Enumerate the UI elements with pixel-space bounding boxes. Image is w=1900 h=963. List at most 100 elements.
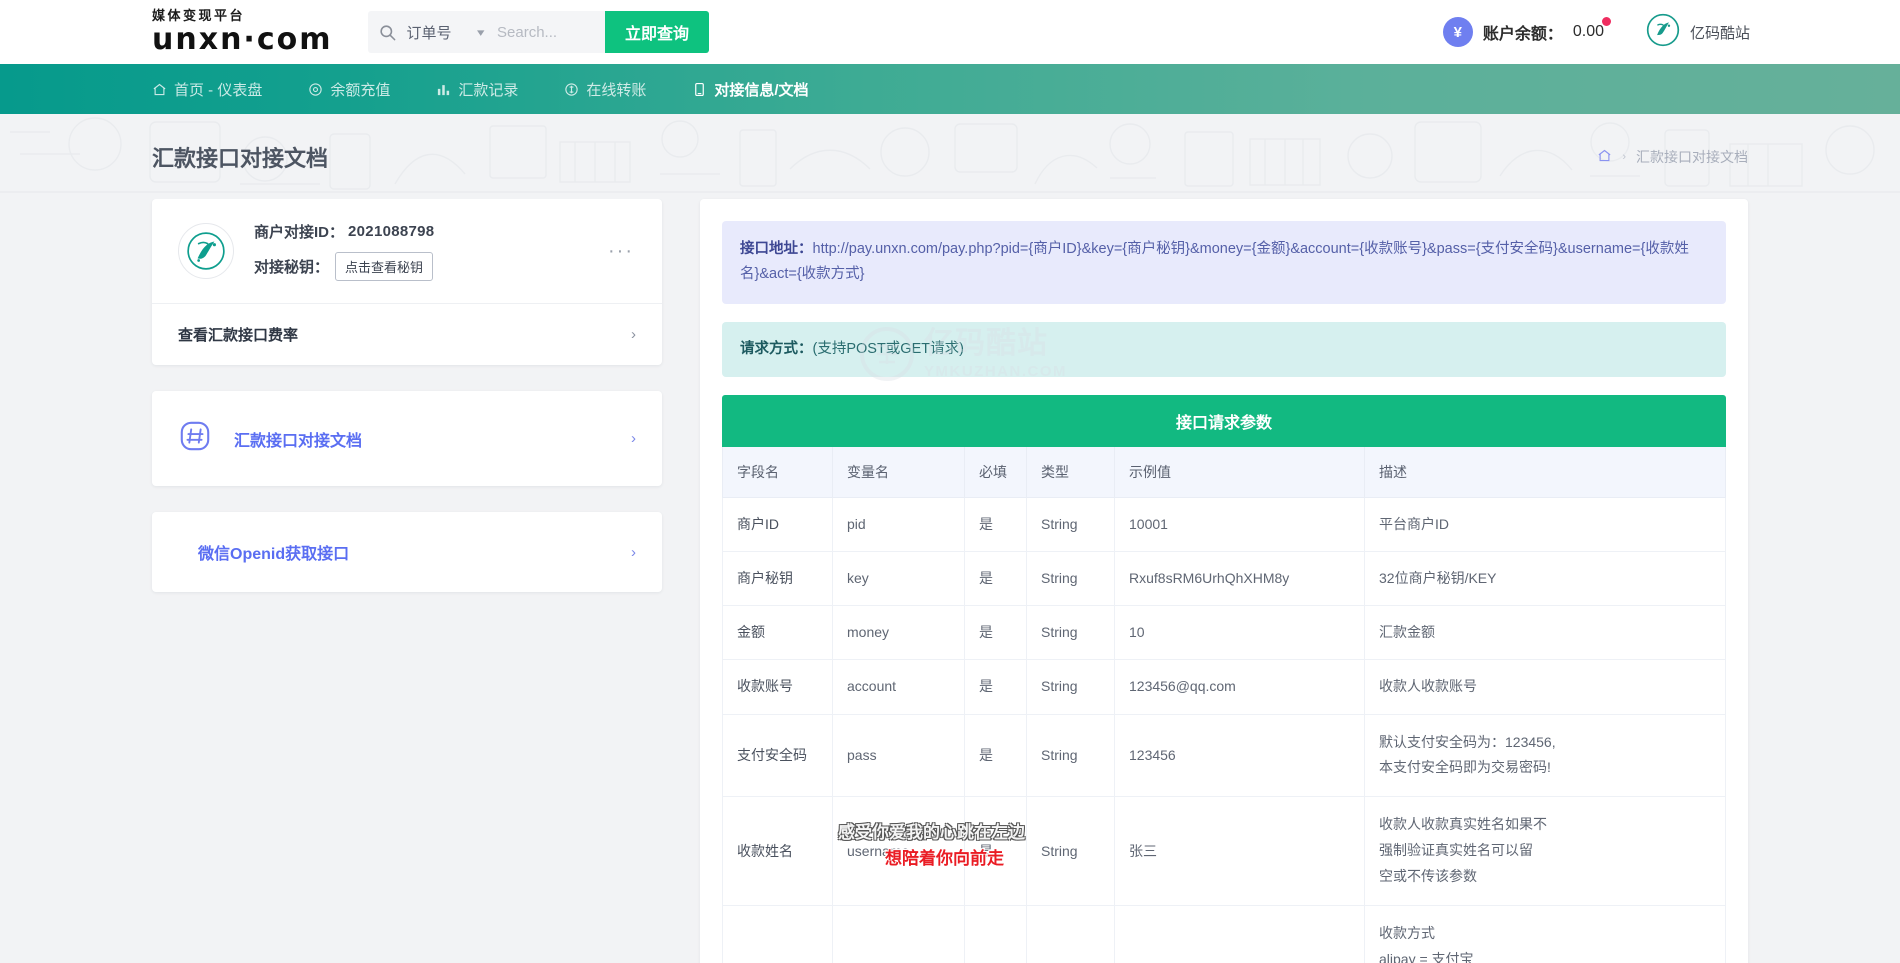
chevron-down-icon: ▾ bbox=[476, 26, 484, 39]
search-icon bbox=[368, 11, 406, 53]
document-icon bbox=[692, 82, 707, 97]
view-rate-label: 查看汇款接口费率 bbox=[178, 327, 299, 344]
merchant-id-value: 2021088798 bbox=[348, 223, 435, 240]
nav-item-recharge[interactable]: 余额充值 bbox=[308, 79, 390, 100]
th-description: 描述 bbox=[1364, 447, 1726, 499]
td-example: Rxuf8sRM6UrhQhXHM8y bbox=[1114, 551, 1365, 607]
td-example: alipay bbox=[1114, 904, 1365, 963]
transfer-icon bbox=[564, 82, 579, 97]
breadcrumb-separator: › bbox=[1622, 150, 1626, 163]
menu-card-wechat-openid-label: 微信Openid获取接口 bbox=[198, 546, 350, 563]
nav-item-records[interactable]: 汇款记录 bbox=[436, 79, 518, 100]
td-field-name: 金额 bbox=[722, 605, 833, 661]
th-required: 必填 bbox=[964, 447, 1027, 499]
td-description: 收款方式alipay = 支付宝qqpay = QQ钱包wxpay = 微信 bbox=[1364, 904, 1726, 963]
search-category-label: 订单号 bbox=[406, 24, 452, 42]
td-variable-name: key bbox=[832, 551, 965, 607]
header-right-group: ¥ 账户余额： 0.00 亿码酷站 bbox=[1442, 13, 1750, 52]
api-doc-panel: 亿码酷站 YMKUZHAN.COM 接口地址：http://pay.unxn.c… bbox=[700, 199, 1748, 963]
bar-chart-icon bbox=[436, 82, 451, 97]
table-row: 商户ID pid 是 String 10001 平台商户ID bbox=[722, 497, 1726, 553]
home-icon bbox=[152, 82, 167, 97]
left-column: 商户对接ID： 2021088798 对接秘钥： 点击查看秘钥 ··· 查看汇款… bbox=[152, 199, 662, 618]
merchant-logo bbox=[178, 223, 234, 279]
th-example: 示例值 bbox=[1114, 447, 1365, 499]
api-url-alert: 接口地址：http://pay.unxn.com/pay.php?pid={商户… bbox=[722, 221, 1726, 304]
view-key-button[interactable]: 点击查看秘钥 bbox=[335, 252, 434, 281]
breadcrumb-current: 汇款接口对接文档 bbox=[1636, 148, 1748, 165]
merchant-key-row: 对接秘钥： 点击查看秘钥 bbox=[254, 252, 434, 281]
table-header-row: 字段名 变量名 必填 类型 示例值 描述 bbox=[722, 447, 1726, 499]
request-method-value: (支持POST或GET请求) bbox=[812, 340, 964, 357]
nav-item-docs[interactable]: 对接信息/文档 bbox=[692, 79, 809, 100]
request-method-label: 请求方式： bbox=[740, 340, 813, 357]
td-type: String bbox=[1026, 659, 1115, 715]
td-field-name: 商户秘钥 bbox=[722, 551, 833, 607]
nav-item-records-label: 汇款记录 bbox=[458, 81, 519, 99]
request-method-alert: 请求方式：(支持POST或GET请求) bbox=[722, 321, 1726, 378]
merchant-details: 商户对接ID： 2021088798 对接秘钥： 点击查看秘钥 bbox=[254, 221, 434, 281]
nav-item-dashboard[interactable]: 首页 - 仪表盘 bbox=[152, 79, 262, 100]
td-required: 是 bbox=[964, 713, 1027, 798]
td-required: 是 bbox=[964, 796, 1027, 906]
td-required: 是 bbox=[964, 659, 1027, 715]
api-params-table: 字段名 变量名 必填 类型 示例值 描述 商户ID pid 是 String 10001… bbox=[722, 447, 1726, 963]
breadcrumb-home-icon[interactable] bbox=[1597, 148, 1612, 166]
th-field-name: 字段名 bbox=[722, 447, 833, 499]
td-example: 10001 bbox=[1114, 497, 1365, 553]
td-field-name: 收款账号 bbox=[722, 659, 833, 715]
td-example: 张三 bbox=[1114, 796, 1365, 906]
td-description: 收款人收款账号 bbox=[1364, 659, 1726, 715]
table-row: 金额 money 是 String 10 汇款金额 bbox=[722, 605, 1726, 661]
search-bar: 订单号 ▾ 立即查询 bbox=[368, 11, 710, 53]
menu-card-wechat-openid[interactable]: 微信Openid获取接口 › bbox=[152, 512, 662, 592]
td-variable-name: act bbox=[832, 904, 965, 963]
td-description: 32位商户秘钥/KEY bbox=[1364, 551, 1726, 607]
td-required: 是 bbox=[964, 605, 1027, 661]
td-field-name: 商户ID bbox=[722, 497, 833, 553]
menu-card-remittance-doc[interactable]: 汇款接口对接文档 › bbox=[152, 391, 662, 486]
main-navigation: 首页 - 仪表盘 余额充值 汇款记录 在线转账 对接信息/文档 bbox=[0, 64, 1900, 114]
circle-dot-icon bbox=[308, 82, 323, 97]
nav-item-recharge-label: 余额充值 bbox=[330, 81, 391, 99]
td-type: String bbox=[1026, 551, 1115, 607]
search-submit-button[interactable]: 立即查询 bbox=[605, 11, 710, 53]
top-header: 媒体变现平台 unxn·com 订单号 ▾ 立即查询 ¥ 账户余额： 0.00 bbox=[0, 0, 1900, 64]
th-variable-name: 变量名 bbox=[832, 447, 965, 499]
page-title: 汇款接口对接文档 bbox=[152, 145, 329, 171]
chevron-right-icon: › bbox=[631, 326, 636, 343]
table-row: 商户秘钥 key 是 String Rxuf8sRM6UrhQhXHM8y 32位商户秘钥… bbox=[722, 551, 1726, 607]
account-balance-label: 账户余额： bbox=[1482, 26, 1563, 43]
table-row: 收款姓名 username 是 String 张三 收款人收款真实姓名如果不 强制验证真实姓… bbox=[722, 796, 1726, 906]
notification-dot-icon bbox=[1601, 17, 1611, 26]
main-content: 商户对接ID： 2021088798 对接秘钥： 点击查看秘钥 ··· 查看汇款… bbox=[0, 199, 1900, 963]
table-row: 收款账号 account 是 String 123456@qq.com 收款人收款账号 bbox=[722, 659, 1726, 715]
search-category-dropdown[interactable]: 订单号 ▾ bbox=[406, 11, 495, 53]
td-required: 是 bbox=[964, 904, 1027, 963]
chevron-right-icon: › bbox=[631, 430, 636, 447]
td-type: String bbox=[1026, 904, 1115, 963]
avatar bbox=[1646, 13, 1680, 52]
user-menu[interactable]: 亿码酷站 bbox=[1646, 13, 1750, 52]
api-url-label: 接口地址： bbox=[740, 241, 813, 257]
nav-item-dashboard-label: 首页 - 仪表盘 bbox=[174, 81, 263, 99]
user-name-label: 亿码酷站 bbox=[1689, 24, 1750, 42]
td-required: 是 bbox=[964, 497, 1027, 553]
search-input[interactable] bbox=[495, 11, 606, 53]
td-variable-name: pass bbox=[832, 713, 965, 798]
table-row: 支付安全码 pass 是 String 123456 默认支付安全码为：123456, 本支… bbox=[722, 713, 1726, 798]
nav-item-transfer[interactable]: 在线转账 bbox=[564, 79, 646, 100]
td-type: String bbox=[1026, 497, 1115, 553]
account-balance[interactable]: ¥ 账户余额： 0.00 bbox=[1442, 17, 1611, 47]
hash-square-icon bbox=[178, 419, 212, 458]
merchant-id-row: 商户对接ID： 2021088798 bbox=[254, 221, 434, 242]
td-variable-name: username bbox=[832, 796, 965, 906]
td-type: String bbox=[1026, 605, 1115, 661]
td-example: 10 bbox=[1114, 605, 1365, 661]
td-example: 123456 bbox=[1114, 713, 1365, 798]
brand-logo[interactable]: 媒体变现平台 unxn·com bbox=[152, 9, 332, 55]
view-rate-row[interactable]: 查看汇款接口费率 › bbox=[152, 304, 662, 365]
table-row: 收款方式act是Stringalipay收款方式alipay = 支付宝qqpa… bbox=[722, 904, 1726, 963]
breadcrumb: › 汇款接口对接文档 bbox=[1597, 147, 1748, 167]
td-type: String bbox=[1026, 796, 1115, 906]
